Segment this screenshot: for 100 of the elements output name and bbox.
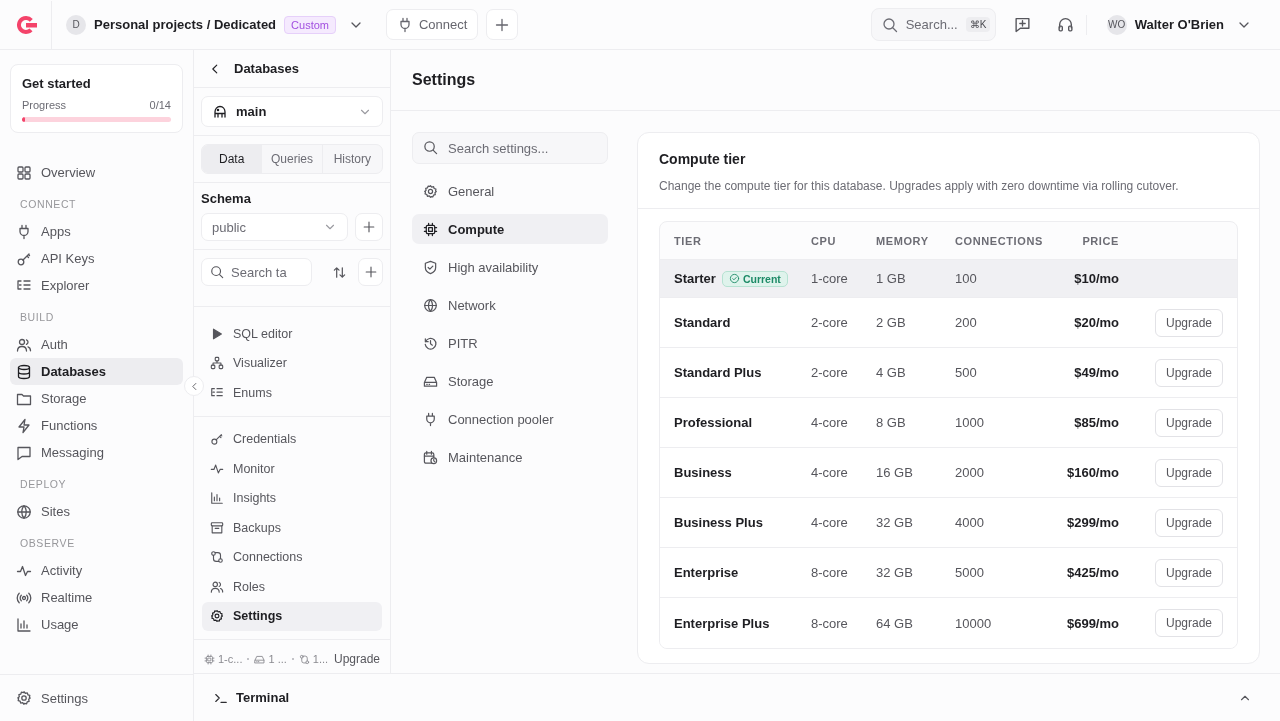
user-name[interactable]: Walter O'Brien (1134, 17, 1224, 32)
add-table-button[interactable] (358, 258, 383, 286)
nav-item[interactable]: Usage (10, 611, 183, 638)
search-icon (423, 140, 438, 155)
search-icon (881, 16, 898, 33)
upgrade-button[interactable]: Upgrade (1154, 408, 1223, 437)
add-button[interactable] (486, 9, 519, 40)
bar-chart-icon (210, 491, 224, 506)
nav-item[interactable]: Databases (10, 358, 183, 385)
table-cell-text: 4-core (811, 414, 849, 432)
plug-icon (397, 16, 413, 33)
table-cell-text: 16 GB (876, 464, 914, 482)
upgrade-button[interactable]: Upgrade (1154, 308, 1223, 337)
nav-item[interactable]: Monitor (202, 454, 382, 484)
tab[interactable]: Queries (261, 145, 322, 173)
upgrade-link[interactable]: Upgrade (333, 652, 380, 666)
schema-select[interactable]: public (201, 213, 348, 241)
nav-item[interactable]: Settings (202, 601, 382, 631)
upgrade-button[interactable]: Upgrade (1154, 558, 1223, 587)
settings-nav-item[interactable]: Network (412, 290, 608, 320)
current-badge: Current (721, 270, 788, 287)
feedback-icon (1013, 16, 1031, 33)
plus-icon (363, 265, 378, 279)
database-select[interactable]: main (201, 96, 383, 127)
terminal-label[interactable]: Terminal (236, 690, 290, 705)
progress-label: Progress (22, 99, 67, 111)
tab[interactable]: History (321, 145, 382, 173)
table-cell-text: 2000 (955, 464, 985, 482)
nav-item[interactable]: Realtime (10, 584, 183, 611)
table-cell-text: 1000 (955, 414, 985, 432)
nav-item[interactable]: Backups (202, 513, 382, 543)
nav-item[interactable]: Overview (10, 159, 183, 186)
price-cell-text: $425/mo (1065, 564, 1119, 582)
project-name[interactable]: Personal projects / Dedicated (94, 17, 277, 32)
chip-icon (423, 221, 438, 237)
table-cell-text: 4-core (811, 464, 849, 482)
tier-name: Enterprise Plus (674, 615, 770, 631)
price-cell-text: $85/mo (1073, 414, 1119, 432)
nav-item[interactable]: Apps (10, 218, 183, 245)
card-description: Change the compute tier for this database. Upgrades apply with zero downtime via rolling cutover. (659, 179, 1180, 193)
chat-bubble-icon (16, 444, 32, 461)
nav-item[interactable]: Storage (10, 385, 183, 412)
nav-item[interactable]: Visualizer (202, 348, 382, 378)
nav-item[interactable]: API Keys (10, 245, 183, 272)
bar-chart-icon (16, 616, 32, 633)
price-cell-text: $10/mo (1073, 270, 1119, 288)
check-circle-icon (728, 273, 740, 284)
search-placeholder: Search... (905, 17, 958, 32)
settings-nav-item[interactable]: Storage (412, 366, 608, 396)
nav-item[interactable]: Sites (10, 498, 183, 525)
tier-name: Enterprise (674, 565, 739, 580)
link-nodes-icon (298, 653, 310, 665)
plan-badge: Custom (284, 15, 336, 34)
get-started-card[interactable]: Get started Progress 0/14 (10, 64, 183, 133)
settings-nav-item[interactable]: High availability (412, 252, 608, 282)
upgrade-button[interactable]: Upgrade (1154, 508, 1223, 537)
table-cell-text: 2 GB (876, 314, 907, 332)
nav-item[interactable]: Insights (202, 483, 382, 513)
settings-search-field[interactable]: Search settings... (412, 132, 608, 164)
tier-name: Standard Plus (674, 365, 762, 380)
table-cell-text: 32 GB (876, 514, 914, 532)
settings-nav-item[interactable]: Compute (412, 214, 608, 244)
nav-item[interactable]: Explorer (10, 272, 183, 299)
settings-nav-item[interactable]: Connection pooler (412, 404, 608, 434)
table-search-field[interactable]: Search ta (201, 258, 312, 286)
shield-icon (423, 259, 438, 275)
settings-link[interactable]: Settings (0, 674, 193, 721)
column-header: MEMORY (876, 233, 930, 249)
upgrade-button[interactable]: Upgrade (1154, 609, 1223, 637)
add-schema-button[interactable] (355, 213, 383, 241)
table-cell-text: 2-core (811, 364, 849, 382)
upgrade-button[interactable]: Upgrade (1154, 358, 1223, 387)
nav-item[interactable]: Roles (202, 572, 382, 602)
settings-icon (16, 690, 32, 706)
table-cell-text: 500 (955, 364, 978, 382)
settings-nav-item[interactable]: Maintenance (412, 442, 608, 472)
search-icon (210, 265, 224, 279)
database-icon (16, 363, 32, 380)
users-icon (16, 336, 32, 353)
connect-button[interactable]: Connect (386, 9, 479, 40)
nav-item[interactable]: Messaging (10, 439, 183, 466)
nav-item[interactable]: Credentials (202, 424, 382, 454)
nav-item[interactable]: SQL editor (202, 319, 382, 349)
table-cell-text: 64 GB (876, 614, 914, 633)
nav-item[interactable]: Functions (10, 412, 183, 439)
section-heading: DEPLOY (19, 477, 68, 492)
nav-item[interactable]: Connections (202, 542, 382, 572)
grid-icon (16, 164, 32, 181)
tab[interactable]: Data (202, 145, 262, 173)
nav-item[interactable]: Activity (10, 557, 183, 584)
upgrade-button[interactable]: Upgrade (1154, 458, 1223, 487)
page-title: Settings (391, 50, 1280, 111)
table-cell-text: 5000 (955, 564, 985, 582)
nav-item[interactable]: Auth (10, 331, 183, 358)
settings-nav-item[interactable]: PITR (412, 328, 608, 358)
table-cell-text: 2-core (811, 314, 849, 332)
search-field[interactable]: Search... ⌘K (870, 8, 996, 41)
card-title: Compute tier (659, 151, 747, 167)
settings-nav-item[interactable]: General (412, 176, 608, 206)
nav-item[interactable]: Enums (202, 378, 382, 408)
